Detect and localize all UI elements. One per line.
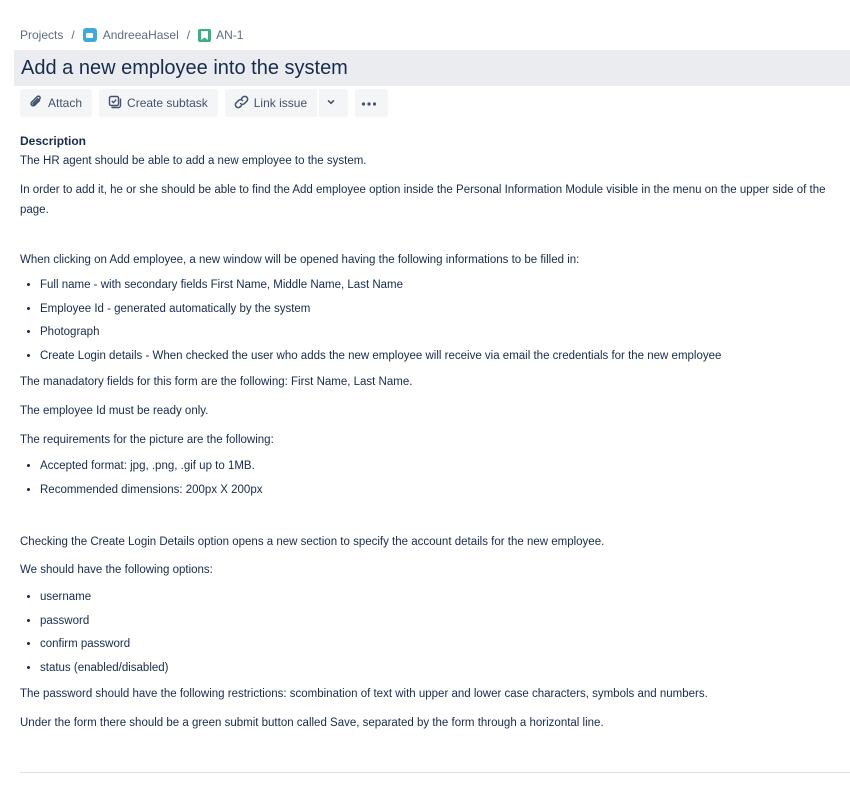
link-icon: [234, 95, 254, 112]
link-issue-label: Link issue: [253, 96, 308, 110]
more-actions-button[interactable]: [355, 89, 389, 117]
description-paragraph: In order to add it, he or she should be …: [20, 184, 826, 216]
paperclip-icon: [29, 94, 48, 112]
list-item: Create Login details - When checked the …: [40, 345, 845, 369]
link-issue-dropdown-button[interactable]: [319, 89, 349, 117]
more-icon: [361, 96, 382, 110]
list-item: username: [40, 586, 845, 610]
chevron-down-icon: [326, 96, 341, 110]
breadcrumb-issue-key: AN-1: [216, 28, 244, 42]
list-item: Full name - with secondary fields First …: [40, 274, 845, 298]
description-paragraph: The requirements for the picture are the…: [20, 434, 274, 446]
divider: [20, 772, 850, 773]
description-paragraph: When clicking on Add employee, a new win…: [20, 254, 580, 266]
description-label: Description: [20, 134, 87, 148]
story-icon: [198, 28, 212, 42]
breadcrumb-separator: /: [71, 28, 75, 42]
picture-requirements-list: Accepted format: jpg, .png, .gif up to 1…: [20, 455, 845, 502]
account-options-list: username password confirm password statu…: [20, 586, 845, 680]
description-paragraph: The HR agent should be able to add a new…: [20, 155, 367, 167]
page-title: Add a new employee into the system: [21, 57, 348, 79]
list-item: Photograph: [40, 321, 845, 345]
create-subtask-button[interactable]: Create subtask: [99, 89, 218, 117]
list-item: Employee Id - generated automatically by…: [40, 298, 845, 322]
list-item: password: [40, 610, 845, 634]
attach-button[interactable]: Attach: [20, 89, 93, 117]
attach-label: Attach: [48, 96, 83, 110]
description-paragraph: Checking the Create Login Details option…: [20, 536, 605, 548]
description-paragraph: Under the form there should be a green s…: [20, 717, 604, 729]
description-paragraph: We should have the following options:: [20, 564, 213, 576]
breadcrumb-project-label: AndreeaHasel: [102, 28, 179, 42]
breadcrumb-project[interactable]: AndreeaHasel: [82, 28, 179, 42]
issue-title-field[interactable]: Add a new employee into the system: [14, 50, 850, 86]
form-fields-list: Full name - with secondary fields First …: [20, 274, 845, 368]
description-paragraph: The manadatory fields for this form are …: [20, 376, 413, 388]
breadcrumb-projects[interactable]: Projects: [20, 28, 63, 42]
breadcrumb: Projects / AndreeaHasel / AN-1: [20, 26, 243, 44]
list-item: Recommended dimensions: 200px X 200px: [40, 479, 845, 503]
list-item: Accepted format: jpg, .png, .gif up to 1…: [40, 455, 845, 479]
project-avatar-icon: [82, 28, 97, 42]
list-item: status (enabled/disabled): [40, 657, 845, 681]
description-paragraph: The employee Id must be ready only.: [20, 405, 209, 417]
subtask-icon: [108, 95, 127, 112]
description-section[interactable]: Description The HR agent should be able …: [20, 132, 845, 733]
issue-toolbar: Attach Create subtask Link issue: [20, 89, 389, 117]
description-paragraph: The password should have the following r…: [20, 688, 708, 700]
link-issue-button[interactable]: Link issue: [224, 89, 318, 117]
breadcrumb-separator: /: [186, 28, 191, 42]
create-subtask-label: Create subtask: [127, 96, 208, 110]
breadcrumb-issue[interactable]: AN-1: [198, 28, 243, 42]
list-item: confirm password: [40, 633, 845, 657]
